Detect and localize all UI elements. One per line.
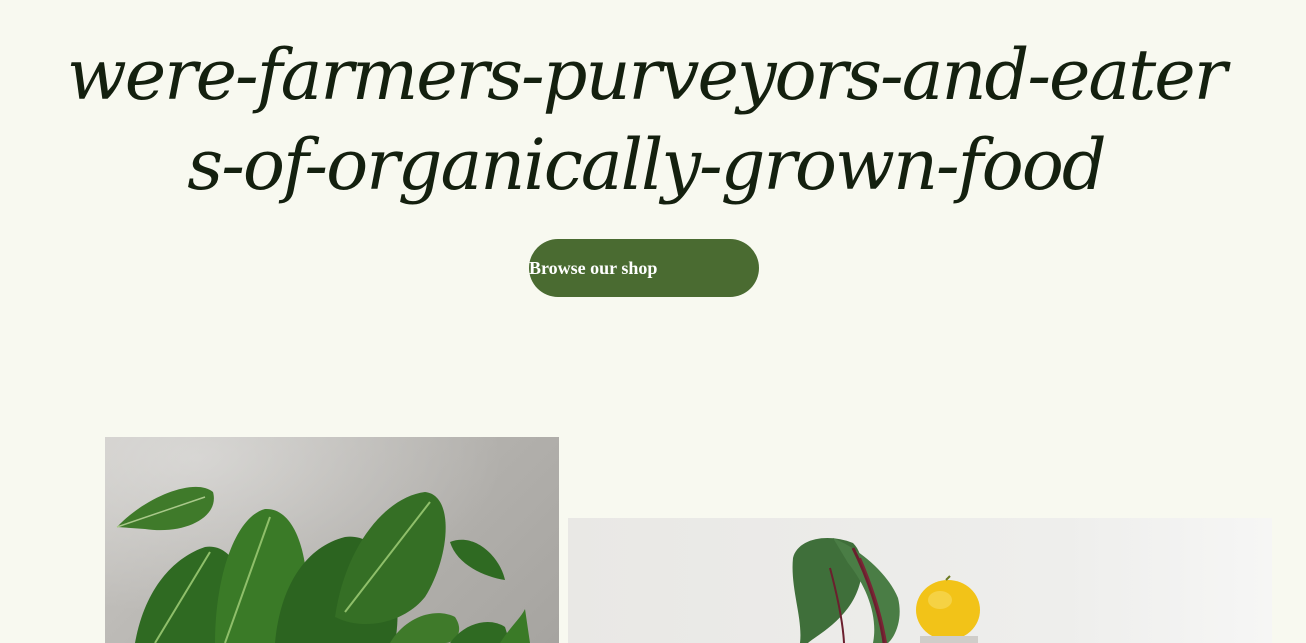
- browse-shop-button[interactable]: Browse our shop: [529, 239, 759, 297]
- beet-lemon-illustration: [792, 538, 980, 643]
- beet-lemon-photo: [568, 518, 1272, 643]
- greens-photo: [105, 437, 559, 643]
- greens-illustration: [116, 486, 530, 643]
- hero-title: were-farmers-purveyors-and-eaters-of-org…: [66, 34, 1227, 206]
